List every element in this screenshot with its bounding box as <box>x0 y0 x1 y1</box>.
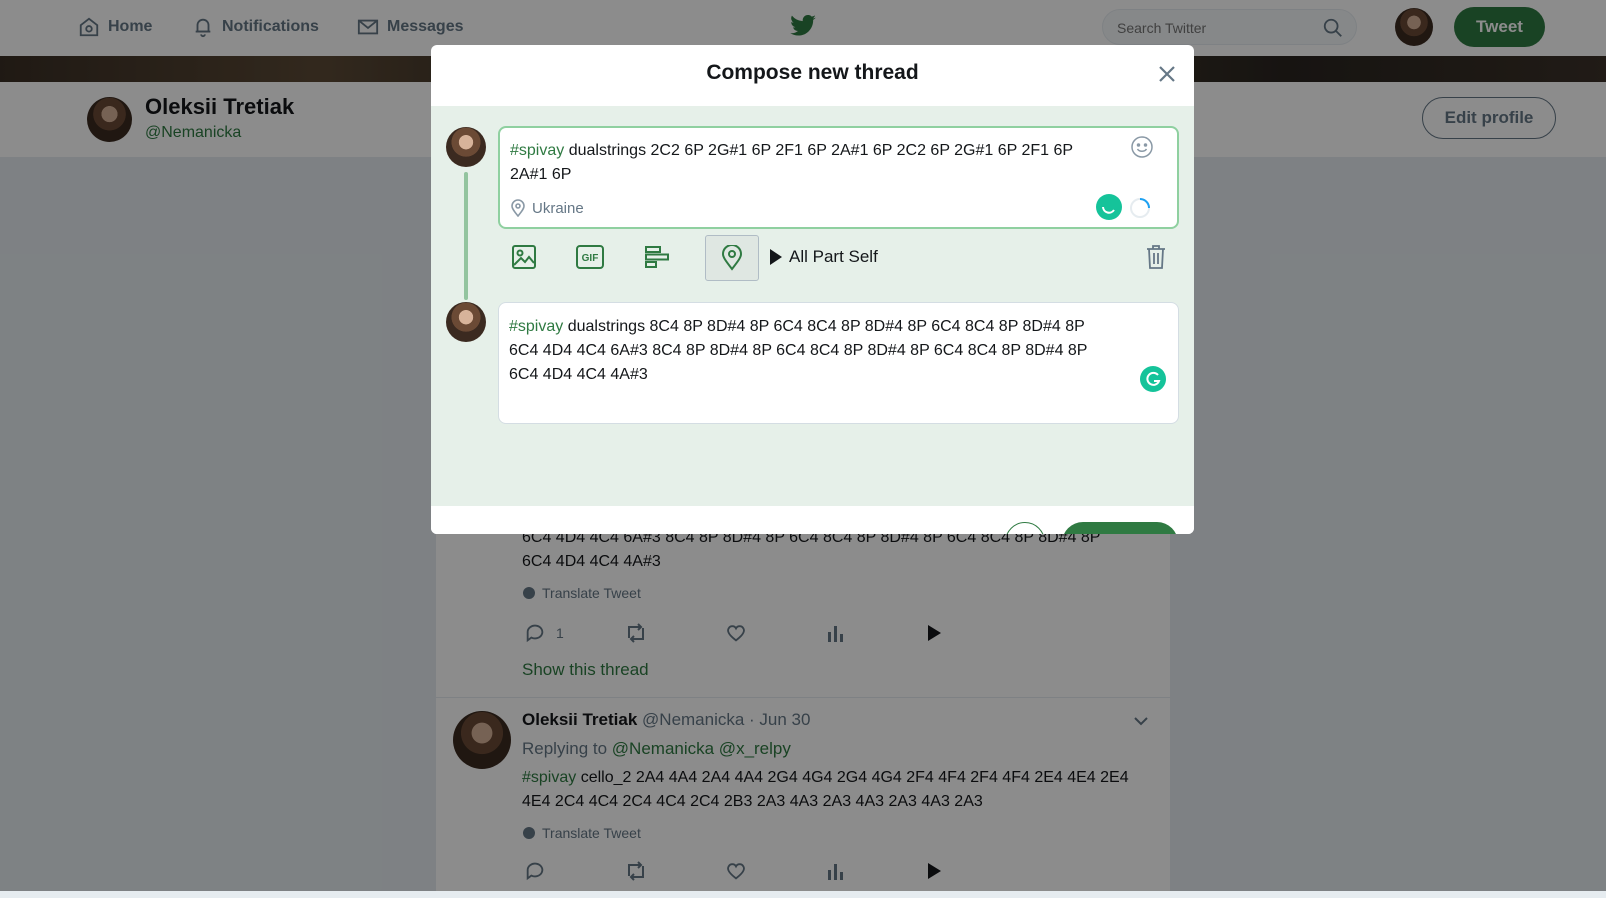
composer-1-text-line1[interactable]: #spivay dualstrings 2C2 6P 2G#1 6P 2F1 6… <box>510 139 1110 163</box>
location-pin-icon <box>510 199 526 217</box>
composer-2-avatar <box>446 302 486 342</box>
svg-text:GIF: GIF <box>582 253 599 264</box>
grammarly-icon[interactable] <box>1139 365 1167 393</box>
modal-title: Compose new thread <box>706 61 919 84</box>
hashtag-link[interactable]: #spivay <box>510 142 564 159</box>
location-button[interactable] <box>705 235 759 281</box>
composer-1[interactable]: #spivay dualstrings 2C2 6P 2G#1 6P 2F1 6… <box>498 126 1179 229</box>
location-pin-icon <box>720 245 744 271</box>
grammarly-icon[interactable] <box>1095 193 1123 221</box>
composer-2-text: dualstrings 8C4 8P 8D#4 8P 6C4 8C4 8P 8D… <box>563 318 1085 335</box>
add-tweet-icon[interactable] <box>1005 522 1045 534</box>
composer-1-text-line2: 2A#1 6P <box>510 166 572 183</box>
media-button[interactable] <box>502 235 546 279</box>
tweet-all-button[interactable]: Tweet all <box>1062 522 1178 534</box>
compose-thread-modal: Compose new thread #spivay dualstrings 2… <box>431 45 1194 534</box>
modal-body: #spivay dualstrings 2C2 6P 2G#1 6P 2F1 6… <box>431 106 1194 506</box>
poll-button[interactable] <box>635 235 679 279</box>
image-icon <box>511 244 537 270</box>
composer-2-text-line3: 6C4 4D4 4C4 4A#3 <box>509 366 648 383</box>
composer-2-text-line2: 6C4 4D4 4C4 6A#3 8C4 8P 8D#4 8P 6C4 8C4 … <box>509 342 1088 359</box>
composer-2[interactable]: #spivay dualstrings 8C4 8P 8D#4 8P 6C4 8… <box>498 302 1179 424</box>
trash-icon[interactable] <box>1145 244 1167 270</box>
thread-connector <box>464 172 468 300</box>
player-label[interactable]: All Part Self <box>789 247 878 267</box>
composer-1-avatar <box>446 127 486 167</box>
modal-footer: Tweet all <box>431 506 1194 534</box>
close-icon[interactable] <box>1157 64 1177 84</box>
play-icon[interactable] <box>769 248 783 266</box>
character-progress-ring <box>1129 197 1151 219</box>
location-tag[interactable]: Ukraine <box>510 199 584 217</box>
location-label: Ukraine <box>532 199 584 217</box>
composer-2-text-line1[interactable]: #spivay dualstrings 8C4 8P 8D#4 8P 6C4 8… <box>509 315 1085 339</box>
emoji-icon[interactable] <box>1130 135 1154 159</box>
poll-icon <box>644 245 670 269</box>
hashtag-link[interactable]: #spivay <box>509 318 563 335</box>
modal-header: Compose new thread <box>431 45 1194 107</box>
composer-1-text: dualstrings 2C2 6P 2G#1 6P 2F1 6P 2A#1 6… <box>564 142 1074 159</box>
gif-button[interactable]: GIF <box>568 235 612 279</box>
audio-player[interactable]: All Part Self <box>769 247 878 267</box>
gif-icon: GIF <box>576 245 604 269</box>
